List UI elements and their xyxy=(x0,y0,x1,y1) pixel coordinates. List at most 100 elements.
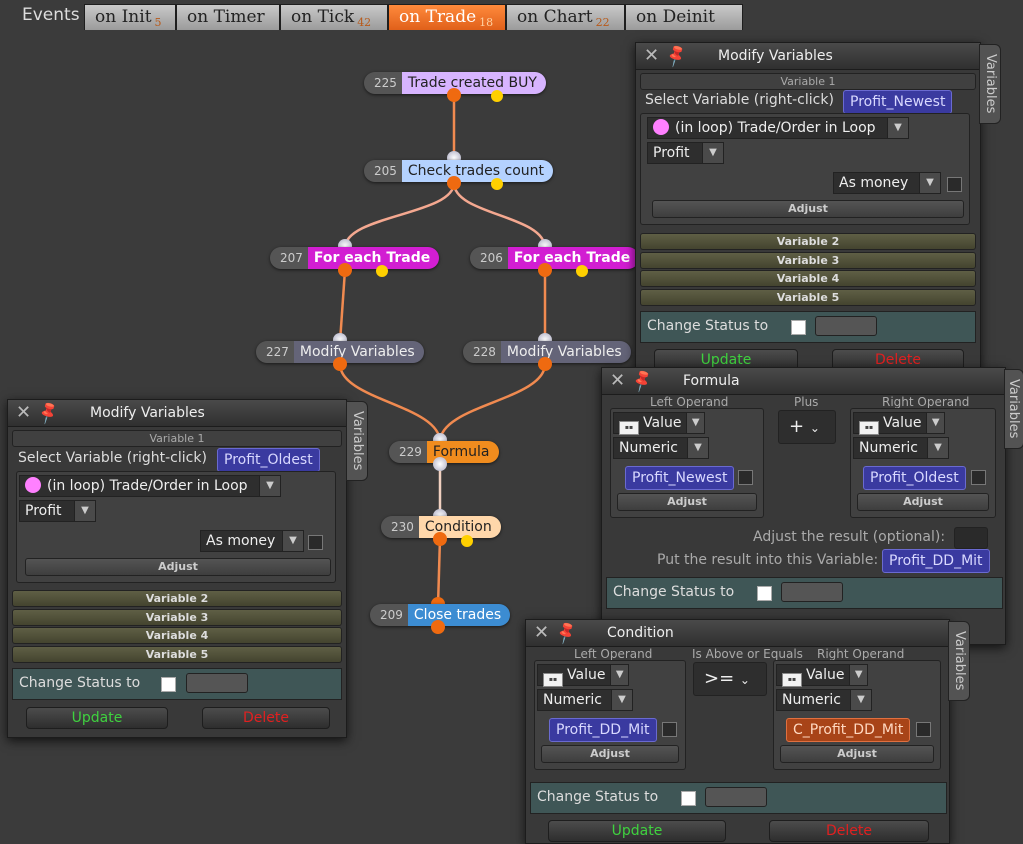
left-adjust-button[interactable]: Adjust xyxy=(541,745,679,763)
variables-side-tab[interactable]: Variables xyxy=(346,401,368,481)
operator-select[interactable]: + ⌄ xyxy=(778,410,836,444)
source-select[interactable]: (in loop) Trade/Order in Loop ▼ xyxy=(647,117,909,139)
adjust-button[interactable]: Adjust xyxy=(652,200,964,218)
node-alt-output-connector[interactable] xyxy=(491,178,503,190)
node-output-connector[interactable] xyxy=(431,620,445,634)
variable-4-header[interactable]: Variable 4 xyxy=(12,627,342,644)
node-output-connector[interactable] xyxy=(538,263,552,277)
format-checkbox[interactable] xyxy=(947,177,962,192)
variable-1-header[interactable]: Variable 1 xyxy=(640,73,976,90)
format-checkbox[interactable] xyxy=(308,535,323,550)
right-kind-select[interactable]: Numeric ▼ xyxy=(853,437,949,459)
left-operand-checkbox[interactable] xyxy=(738,470,753,485)
node-206[interactable]: 206 For each Trade xyxy=(470,247,640,269)
right-operand-checkbox[interactable] xyxy=(916,722,931,737)
delete-button[interactable]: Delete xyxy=(202,707,330,729)
delete-button[interactable]: Delete xyxy=(769,820,929,842)
update-button[interactable]: Update xyxy=(26,707,168,729)
left-variable-chip[interactable]: Profit_Newest xyxy=(625,466,735,490)
node-alt-output-connector[interactable] xyxy=(461,535,473,547)
panel-header: ✕ 📌 Modify Variables xyxy=(8,399,346,427)
right-adjust-button[interactable]: Adjust xyxy=(857,493,989,511)
node-number: 206 xyxy=(470,247,508,269)
close-icon[interactable]: ✕ xyxy=(16,402,31,423)
format-select[interactable]: As money ▼ xyxy=(833,172,941,194)
change-status-checkbox[interactable] xyxy=(757,586,772,601)
right-operand-box: ▪▪ Value ▼ Numeric ▼ Profit_Oldest Adjust xyxy=(850,408,996,518)
change-status-checkbox[interactable] xyxy=(791,320,806,335)
node-number: 228 xyxy=(463,341,501,363)
close-icon[interactable]: ✕ xyxy=(534,622,549,643)
value-type-icon: ▪▪ xyxy=(619,421,639,435)
node-alt-output-connector[interactable] xyxy=(491,90,503,102)
variable-2-header[interactable]: Variable 2 xyxy=(12,590,342,607)
node-output-connector[interactable] xyxy=(333,357,347,371)
right-type-select[interactable]: ▪▪ Value ▼ xyxy=(853,412,945,435)
node-output-connector[interactable] xyxy=(538,357,552,371)
right-variable-chip[interactable]: C_Profit_DD_Mit xyxy=(786,718,911,742)
left-kind-select[interactable]: Numeric ▼ xyxy=(613,437,709,459)
wire-207-227 xyxy=(338,269,347,343)
field-select[interactable]: Profit ▼ xyxy=(19,500,96,522)
variables-side-tab[interactable]: Variables xyxy=(979,44,1001,124)
pin-icon[interactable]: 📌 xyxy=(663,42,690,68)
variable-1-header[interactable]: Variable 1 xyxy=(12,430,342,447)
close-icon[interactable]: ✕ xyxy=(644,45,659,66)
operator-select[interactable]: >= ⌄ xyxy=(693,662,767,696)
variable-3-header[interactable]: Variable 3 xyxy=(12,609,342,626)
panel-title: Formula xyxy=(683,373,740,389)
left-type-select[interactable]: ▪▪ Value ▼ xyxy=(537,664,629,687)
variable-2-header[interactable]: Variable 2 xyxy=(640,233,976,250)
node-207[interactable]: 207 For each Trade xyxy=(270,247,440,269)
left-kind-select[interactable]: Numeric ▼ xyxy=(537,689,633,711)
chevron-down-icon: ⌄ xyxy=(739,673,750,687)
right-variable-chip[interactable]: Profit_Oldest xyxy=(863,466,966,490)
update-button[interactable]: Update xyxy=(548,820,726,842)
variable-4-header[interactable]: Variable 4 xyxy=(640,270,976,287)
field-select-value: Profit xyxy=(25,503,62,519)
node-output-connector[interactable] xyxy=(447,176,461,190)
change-status-label: Change Status to xyxy=(613,584,735,600)
left-adjust-button[interactable]: Adjust xyxy=(617,493,757,511)
change-status-checkbox[interactable] xyxy=(161,677,176,692)
close-icon[interactable]: ✕ xyxy=(610,370,625,391)
status-field[interactable] xyxy=(186,673,248,693)
chevron-down-icon: ▼ xyxy=(282,531,303,551)
right-adjust-button[interactable]: Adjust xyxy=(780,745,934,763)
right-operand-checkbox[interactable] xyxy=(971,470,986,485)
field-select[interactable]: Profit ▼ xyxy=(647,142,724,164)
variable-5-header[interactable]: Variable 5 xyxy=(640,289,976,306)
variables-side-tab[interactable]: Variables xyxy=(948,621,970,701)
node-output-connector[interactable] xyxy=(433,457,447,471)
left-variable-chip[interactable]: Profit_DD_Mit xyxy=(549,718,657,742)
pin-icon[interactable]: 📌 xyxy=(35,399,62,425)
pin-icon[interactable]: 📌 xyxy=(553,619,580,645)
adjust-button[interactable]: Adjust xyxy=(25,558,331,576)
right-type-select[interactable]: ▪▪ Value ▼ xyxy=(776,664,868,687)
status-field[interactable] xyxy=(815,316,877,336)
right-type-value: Value xyxy=(883,415,922,431)
variable-5-header[interactable]: Variable 5 xyxy=(12,646,342,663)
node-alt-output-connector[interactable] xyxy=(376,265,388,277)
node-output-connector[interactable] xyxy=(433,532,447,546)
selected-variable-chip[interactable]: Profit_Oldest xyxy=(217,448,320,472)
source-select[interactable]: (in loop) Trade/Order in Loop ▼ xyxy=(19,475,281,497)
node-output-connector[interactable] xyxy=(338,263,352,277)
status-field[interactable] xyxy=(705,787,767,807)
change-status-checkbox[interactable] xyxy=(681,791,696,806)
right-kind-select[interactable]: Numeric ▼ xyxy=(776,689,872,711)
result-variable-chip[interactable]: Profit_DD_Mit xyxy=(882,549,990,573)
adjust-result-field[interactable] xyxy=(954,527,988,549)
variables-side-tab[interactable]: Variables xyxy=(1004,369,1023,449)
value-type-icon: ▪▪ xyxy=(782,673,802,687)
variable-3-header[interactable]: Variable 3 xyxy=(640,252,976,269)
node-output-connector[interactable] xyxy=(447,88,461,102)
pin-icon[interactable]: 📌 xyxy=(629,367,656,393)
format-select[interactable]: As money ▼ xyxy=(200,530,304,552)
status-field[interactable] xyxy=(781,582,843,602)
selected-variable-chip[interactable]: Profit_Newest xyxy=(843,90,953,114)
left-type-select[interactable]: ▪▪ Value ▼ xyxy=(613,412,705,435)
node-alt-output-connector[interactable] xyxy=(576,265,588,277)
left-operand-checkbox[interactable] xyxy=(662,722,677,737)
node-label: Check trades count xyxy=(401,160,553,182)
